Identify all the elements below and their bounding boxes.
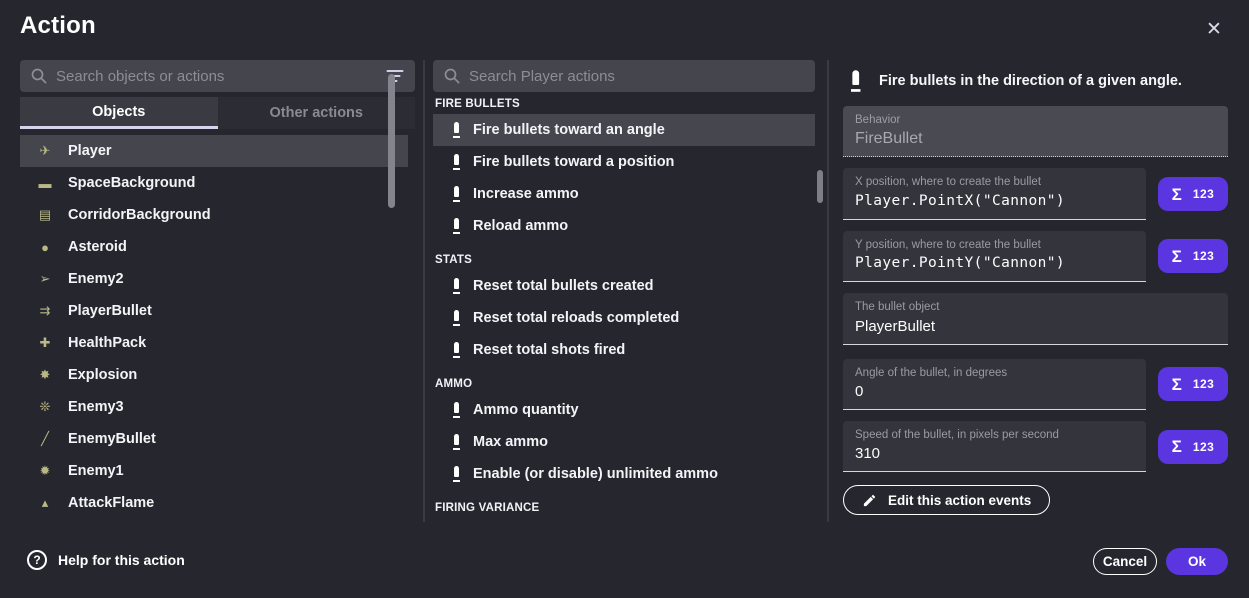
- sigma-icon: Σ: [1172, 186, 1182, 203]
- enemybullet-sprite-icon: ╱: [34, 431, 56, 447]
- actions-search[interactable]: [433, 60, 815, 92]
- action-config-panel: Fire bullets in the direction of a given…: [843, 60, 1228, 515]
- list-item-corridorbackground[interactable]: ▤ CorridorBackground: [20, 199, 408, 231]
- behavior-field: Behavior FireBullet: [843, 106, 1228, 157]
- enemy2-sprite-icon: ➢: [34, 271, 56, 287]
- asteroid-sprite-icon: ●: [34, 240, 56, 255]
- bullet-icon: [453, 402, 460, 418]
- pencil-icon: [862, 493, 877, 508]
- action-item-reset-reloads-completed[interactable]: Reset total reloads completed: [433, 302, 815, 334]
- tab-other-actions[interactable]: Other actions: [218, 97, 416, 129]
- x-position-field[interactable]: X position, where to create the bullet P…: [843, 168, 1146, 219]
- bullet-object-field[interactable]: The bullet object PlayerBullet: [843, 293, 1228, 344]
- action-item-fire-toward-position[interactable]: Fire bullets toward a position: [433, 146, 815, 178]
- explosion-sprite-icon: ✸: [34, 367, 56, 383]
- bullet-icon: [453, 278, 460, 294]
- action-dialog: Action ✕ Objects Other actions ✈ Player: [0, 0, 1249, 598]
- search-icon: [444, 68, 460, 84]
- enemy1-sprite-icon: ✹: [34, 463, 56, 479]
- list-item-player[interactable]: ✈ Player: [20, 135, 408, 167]
- sigma-icon: Σ: [1172, 438, 1182, 455]
- cancel-button[interactable]: Cancel: [1093, 548, 1157, 575]
- edit-action-events-button[interactable]: Edit this action events: [843, 485, 1050, 515]
- action-description: Fire bullets in the direction of a given…: [879, 73, 1182, 89]
- healthpack-sprite-icon: ✚: [34, 335, 56, 351]
- playerbullet-sprite-icon: ⇉: [34, 303, 56, 319]
- action-item-reload-ammo[interactable]: Reload ammo: [433, 210, 815, 242]
- help-link[interactable]: ? Help for this action: [27, 550, 185, 570]
- bullet-icon: [453, 434, 460, 450]
- list-item-spacebackground[interactable]: ▬ SpaceBackground: [20, 167, 408, 199]
- list-item-explosion[interactable]: ✸ Explosion: [20, 359, 408, 391]
- list-item-enemy2[interactable]: ➢ Enemy2: [20, 263, 408, 295]
- sigma-icon: Σ: [1172, 376, 1182, 393]
- speed-field[interactable]: Speed of the bullet, in pixels per secon…: [843, 421, 1146, 472]
- objects-search[interactable]: [20, 60, 415, 92]
- panel-divider: [827, 60, 829, 522]
- dialog-title: Action: [20, 12, 96, 40]
- angle-field[interactable]: Angle of the bullet, in degrees 0: [843, 359, 1146, 410]
- list-item-enemy3[interactable]: ❊ Enemy3: [20, 391, 408, 423]
- section-header-firing-variance: FIRING VARIANCE: [433, 490, 815, 518]
- panel-divider: [423, 60, 425, 522]
- list-item-playerbullet[interactable]: ⇉ PlayerBullet: [20, 295, 408, 327]
- expression-editor-button[interactable]: Σ 123: [1158, 367, 1228, 401]
- bullet-icon: [851, 70, 860, 92]
- objects-scrollbar[interactable]: [388, 74, 395, 208]
- numbers-icon: 123: [1193, 187, 1215, 201]
- action-description-row: Fire bullets in the direction of a given…: [843, 60, 1228, 106]
- enemy3-sprite-icon: ❊: [34, 399, 56, 415]
- bullet-icon: [453, 186, 460, 202]
- object-list: ✈ Player ▬ SpaceBackground ▤ CorridorBac…: [20, 135, 415, 519]
- action-item-max-ammo[interactable]: Max ammo: [433, 426, 815, 458]
- numbers-icon: 123: [1193, 377, 1215, 391]
- objects-panel: Objects Other actions ✈ Player ▬ SpaceBa…: [20, 60, 415, 522]
- section-header-stats: STATS: [433, 242, 815, 270]
- action-item-reset-bullets-created[interactable]: Reset total bullets created: [433, 270, 815, 302]
- expression-editor-button[interactable]: Σ 123: [1158, 239, 1228, 273]
- objects-search-input[interactable]: [56, 68, 377, 85]
- actions-scrollbar[interactable]: [817, 170, 823, 203]
- action-item-unlimited-ammo[interactable]: Enable (or disable) unlimited ammo: [433, 458, 815, 490]
- player-sprite-icon: ✈: [34, 143, 56, 159]
- bullet-icon: [453, 342, 460, 358]
- attackflame-sprite-icon: ▴: [34, 495, 56, 511]
- y-position-field[interactable]: Y position, where to create the bullet P…: [843, 231, 1146, 282]
- section-header-ammo: AMMO: [433, 366, 815, 394]
- list-item-enemybullet[interactable]: ╱ EnemyBullet: [20, 423, 408, 455]
- spacebackground-sprite-icon: ▬: [34, 176, 56, 191]
- list-item-asteroid[interactable]: ● Asteroid: [20, 231, 408, 263]
- bullet-icon: [453, 218, 460, 234]
- list-item-enemy1[interactable]: ✹ Enemy1: [20, 455, 408, 487]
- bullet-icon: [453, 154, 460, 170]
- sigma-icon: Σ: [1172, 248, 1182, 265]
- list-item-attackflame[interactable]: ▴ AttackFlame: [20, 487, 408, 519]
- left-tabs: Objects Other actions: [20, 97, 415, 129]
- list-item-healthpack[interactable]: ✚ HealthPack: [20, 327, 408, 359]
- action-item-ammo-quantity[interactable]: Ammo quantity: [433, 394, 815, 426]
- bullet-icon: [453, 122, 460, 138]
- ok-button[interactable]: Ok: [1166, 548, 1228, 575]
- section-header-fire-bullets: FIRE BULLETS: [433, 92, 815, 114]
- search-icon: [31, 68, 47, 84]
- close-icon[interactable]: ✕: [1199, 14, 1229, 44]
- action-item-reset-shots-fired[interactable]: Reset total shots fired: [433, 334, 815, 366]
- help-icon: ?: [27, 550, 47, 570]
- numbers-icon: 123: [1193, 249, 1215, 263]
- expression-editor-button[interactable]: Σ 123: [1158, 177, 1228, 211]
- actions-search-input[interactable]: [469, 68, 804, 85]
- corridorbackground-sprite-icon: ▤: [34, 207, 56, 223]
- bullet-icon: [453, 466, 460, 482]
- action-item-increase-ammo[interactable]: Increase ammo: [433, 178, 815, 210]
- actions-panel: FIRE BULLETS Fire bullets toward an angl…: [433, 60, 815, 522]
- numbers-icon: 123: [1193, 440, 1215, 454]
- bullet-icon: [453, 310, 460, 326]
- tab-objects[interactable]: Objects: [20, 97, 218, 129]
- action-item-fire-toward-angle[interactable]: Fire bullets toward an angle: [433, 114, 815, 146]
- expression-editor-button[interactable]: Σ 123: [1158, 430, 1228, 464]
